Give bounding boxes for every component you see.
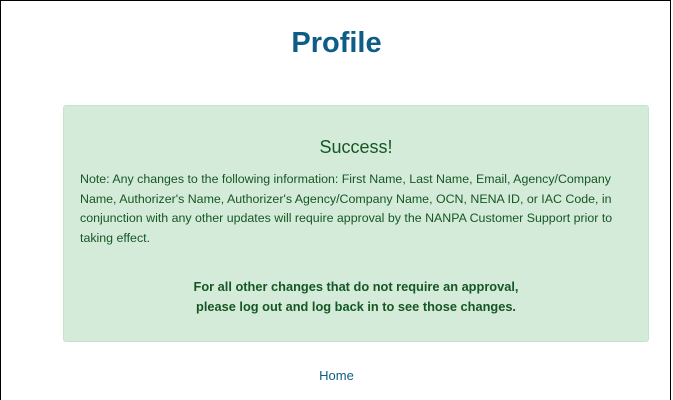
alert-strong-message: For all other changes that do not requir… [64,277,648,316]
alert-note: Note: Any changes to the following infor… [80,172,613,245]
page-frame: Profile Success! Note: Any changes to th… [0,0,671,400]
alert-heading: Success! [319,137,393,157]
home-link[interactable]: Home [1,367,672,385]
success-alert: Success! Note: Any changes to the follow… [63,105,649,342]
alert-strong-line-1: For all other changes that do not requir… [193,279,519,294]
page-title: Profile [291,27,382,59]
alert-strong-line-2: please log out and log back in to see th… [196,298,516,314]
